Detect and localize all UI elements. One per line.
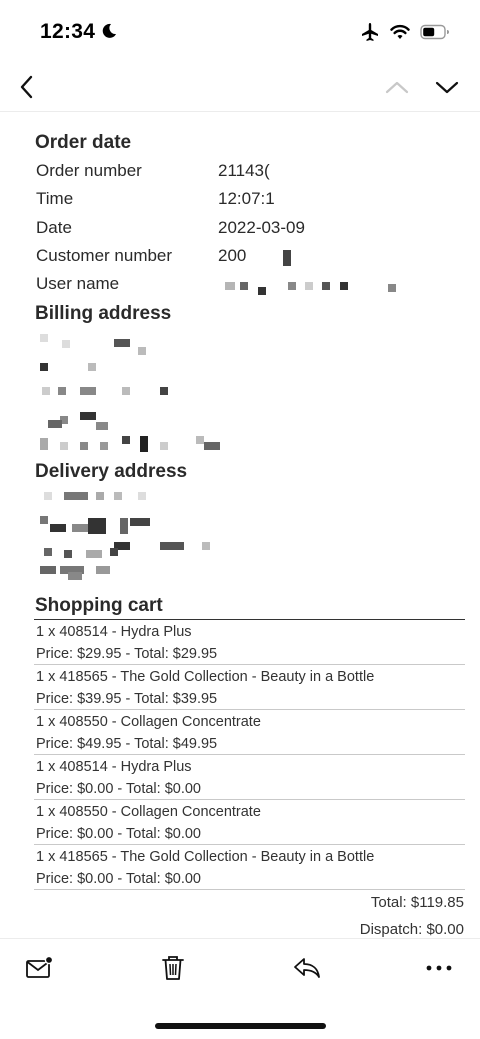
cart-item: 1 x 408550 - Collagen Concentrate Price:… bbox=[34, 800, 465, 845]
cart-dispatch: Dispatch: $0.00 bbox=[359, 921, 464, 938]
date-value: 2022-03-09 bbox=[218, 218, 305, 237]
cart-item-price: Price: $0.00 - Total: $0.00 bbox=[36, 871, 201, 887]
more-button[interactable] bbox=[424, 953, 454, 983]
delivery-address-heading: Delivery address bbox=[35, 461, 188, 482]
cart-item: 1 x 418565 - The Gold Collection - Beaut… bbox=[34, 845, 465, 890]
trash-icon bbox=[162, 956, 184, 980]
cart-item-product: 1 x 408550 - Collagen Concentrate bbox=[36, 714, 261, 730]
nav-bar bbox=[0, 64, 480, 112]
battery-icon bbox=[420, 24, 449, 40]
chevron-left-icon[interactable] bbox=[14, 72, 42, 102]
cart-item-product: 1 x 418565 - The Gold Collection - Beaut… bbox=[36, 849, 375, 865]
time-label: Time bbox=[36, 189, 74, 208]
date-label: Date bbox=[36, 218, 72, 237]
status-time: 12:34 bbox=[40, 20, 96, 43]
billing-address-heading: Billing address bbox=[35, 303, 172, 324]
wifi-icon bbox=[390, 24, 410, 39]
message-body: Order date Order number 21143( Time 12:0… bbox=[0, 112, 480, 938]
airplane-icon bbox=[362, 23, 378, 41]
moon-icon bbox=[102, 23, 116, 38]
cart-total: Total: $119.85 bbox=[370, 894, 464, 911]
status-bar: 12:34 bbox=[0, 0, 480, 64]
more-icon bbox=[426, 965, 452, 971]
customer-number-label: Customer number bbox=[36, 246, 173, 265]
home-indicator bbox=[155, 1023, 326, 1029]
order-date-heading: Order date bbox=[35, 132, 132, 153]
cart-item: 1 x 408514 - Hydra Plus Price: $29.95 - … bbox=[34, 620, 465, 665]
order-number-value: 21143( bbox=[218, 161, 270, 180]
cart-item-product: 1 x 408514 - Hydra Plus bbox=[36, 759, 192, 775]
cart-item: 1 x 408514 - Hydra Plus Price: $0.00 - T… bbox=[34, 755, 465, 800]
cart-item: 1 x 408550 - Collagen Concentrate Price:… bbox=[34, 710, 465, 755]
time-value: 12:07:1 bbox=[218, 189, 275, 208]
bottom-toolbar bbox=[0, 938, 480, 1000]
cart-item-product: 1 x 408550 - Collagen Concentrate bbox=[36, 804, 261, 820]
delete-button[interactable] bbox=[158, 953, 188, 983]
chevron-down-icon[interactable] bbox=[434, 74, 460, 100]
cart-item-product: 1 x 418565 - The Gold Collection - Beaut… bbox=[36, 669, 375, 685]
cart-item-price: Price: $0.00 - Total: $0.00 bbox=[36, 781, 201, 797]
chevron-up-icon[interactable] bbox=[384, 74, 410, 100]
cart-item-price: Price: $39.95 - Total: $39.95 bbox=[36, 691, 218, 707]
mail-unread-icon bbox=[26, 955, 54, 978]
shopping-cart-heading: Shopping cart bbox=[35, 595, 163, 616]
cart-item: 1 x 418565 - The Gold Collection - Beaut… bbox=[34, 665, 465, 710]
cart-item-price: Price: $29.95 - Total: $29.95 bbox=[36, 646, 218, 662]
user-name-label: User name bbox=[36, 274, 120, 293]
cart-item-price: Price: $0.00 - Total: $0.00 bbox=[36, 826, 201, 842]
order-number-label: Order number bbox=[36, 161, 142, 180]
mark-unread-button[interactable] bbox=[25, 953, 55, 983]
redacted-customer-number bbox=[283, 250, 291, 266]
cart-item-product: 1 x 408514 - Hydra Plus bbox=[36, 624, 192, 640]
reply-button[interactable] bbox=[292, 953, 322, 983]
cart-item-price: Price: $49.95 - Total: $49.95 bbox=[36, 736, 218, 752]
customer-number-value: 200 bbox=[218, 246, 247, 265]
reply-icon bbox=[294, 958, 320, 978]
